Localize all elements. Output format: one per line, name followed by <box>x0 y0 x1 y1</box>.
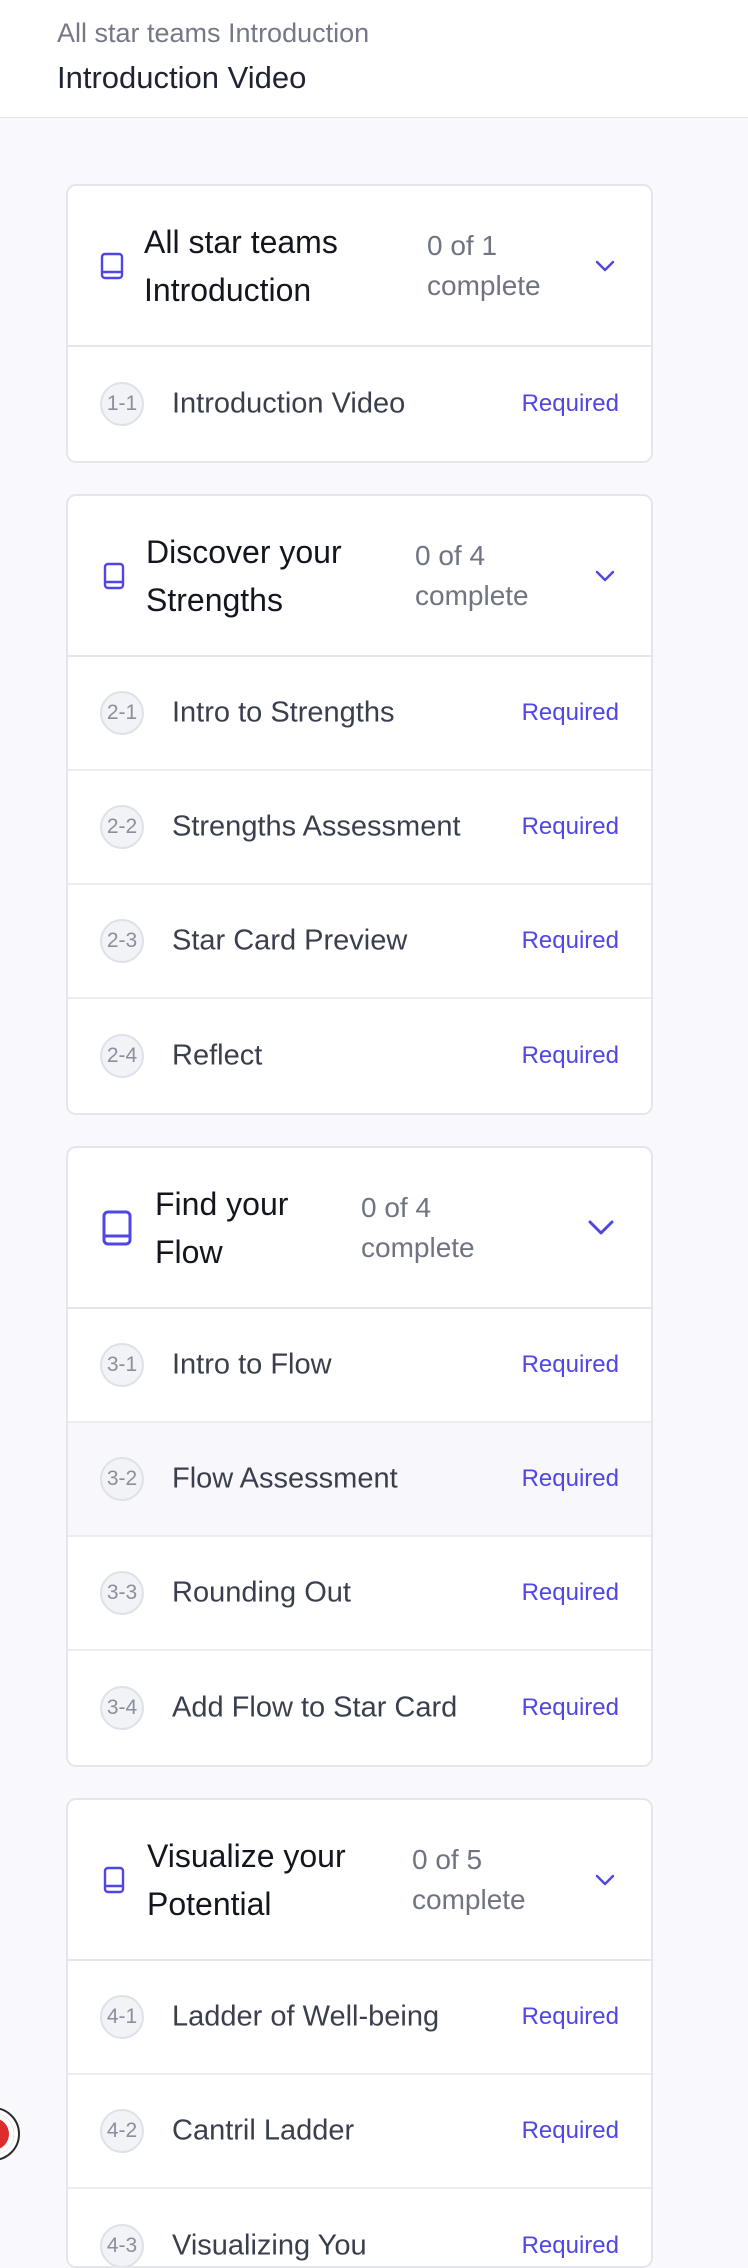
chevron-down-icon[interactable] <box>595 1874 615 1886</box>
list-item[interactable]: 4-2 Cantril Ladder Required <box>68 2075 651 2189</box>
list-item[interactable]: 2-4 Reflect Required <box>68 999 651 1113</box>
required-badge: Required <box>521 927 619 954</box>
step-number-badge: 4-1 <box>100 1995 144 2039</box>
module-section-2: Discover your Strengths 0 of 4 complete … <box>66 494 653 1115</box>
step-label: Rounding Out <box>172 1576 351 1609</box>
required-badge: Required <box>521 1042 619 1069</box>
section-progress: 0 of 1 complete <box>427 229 541 301</box>
step-label: Add Flow to Star Card <box>172 1691 458 1724</box>
list-item[interactable]: 3-2 Flow Assessment Required <box>68 1423 651 1537</box>
step-number-badge: 4-3 <box>100 2224 144 2266</box>
step-number-badge: 2-3 <box>100 919 144 963</box>
step-number-badge: 4-2 <box>100 2109 144 2153</box>
section-progress: 0 of 5 complete <box>412 1843 526 1915</box>
list-item[interactable]: 2-1 Intro to Strengths Required <box>68 657 651 771</box>
step-number-badge: 3-2 <box>100 1457 144 1501</box>
step-label: Star Card Preview <box>172 924 408 957</box>
step-label: Strengths Assessment <box>172 810 461 843</box>
list-item[interactable]: 2-3 Star Card Preview Required <box>68 885 651 999</box>
step-label: Ladder of Well-being <box>172 2000 440 2033</box>
required-badge: Required <box>521 813 619 840</box>
list-item[interactable]: 1-1 Introduction Video Required <box>68 347 651 461</box>
step-label: Reflect <box>172 1039 263 1072</box>
module-section-4: Visualize your Potential 0 of 5 complete… <box>66 1798 653 2268</box>
list-item[interactable]: 4-3 Visualizing You Required <box>68 2189 651 2266</box>
chevron-down-icon[interactable] <box>595 570 615 582</box>
list-item[interactable]: 3-3 Rounding Out Required <box>68 1537 651 1651</box>
module-section-1: All star teams Introduction 0 of 1 compl… <box>66 184 653 463</box>
section-progress: 0 of 4 complete <box>361 1191 475 1263</box>
section-header-toggle[interactable]: All star teams Introduction 0 of 1 compl… <box>68 186 651 347</box>
required-badge: Required <box>521 2117 619 2144</box>
section-title: Find your Flow <box>155 1185 289 1270</box>
book-icon <box>103 562 125 590</box>
breadcrumb[interactable]: All star teams Introduction <box>57 18 369 49</box>
step-number-badge: 3-4 <box>100 1686 144 1730</box>
book-icon <box>100 252 124 280</box>
step-number-badge: 2-4 <box>100 1034 144 1078</box>
required-badge: Required <box>521 1579 619 1606</box>
step-label: Visualizing You <box>172 2229 367 2262</box>
step-label: Cantril Ladder <box>172 2114 355 2147</box>
step-number-badge: 2-2 <box>100 805 144 849</box>
record-button[interactable] <box>0 2107 20 2161</box>
chevron-down-icon[interactable] <box>588 1220 614 1236</box>
module-section-3: Find your Flow 0 of 4 complete 3-1 Intro… <box>66 1146 653 1767</box>
chevron-down-icon[interactable] <box>595 260 615 272</box>
required-badge: Required <box>521 699 619 726</box>
section-header-toggle[interactable]: Visualize your Potential 0 of 5 complete <box>68 1800 651 1961</box>
section-title: Discover your Strengths <box>146 533 342 618</box>
section-title: All star teams Introduction <box>144 223 338 308</box>
step-label: Intro to Flow <box>172 1348 332 1381</box>
step-number-badge: 3-1 <box>100 1343 144 1387</box>
step-label: Introduction Video <box>172 387 406 420</box>
step-number-badge: 1-1 <box>100 382 144 426</box>
required-badge: Required <box>521 1465 619 1492</box>
required-badge: Required <box>521 2003 619 2030</box>
list-item[interactable]: 4-1 Ladder of Well-being Required <box>68 1961 651 2075</box>
page-header: All star teams Introduction Introduction… <box>0 0 748 118</box>
section-header-toggle[interactable]: Discover your Strengths 0 of 4 complete <box>68 496 651 657</box>
required-badge: Required <box>521 1694 619 1721</box>
required-badge: Required <box>521 1351 619 1378</box>
section-title: Visualize your Potential <box>147 1837 346 1922</box>
section-header-toggle[interactable]: Find your Flow 0 of 4 complete <box>68 1148 651 1309</box>
page-title: Introduction Video <box>57 60 307 95</box>
list-item[interactable]: 3-1 Intro to Flow Required <box>68 1309 651 1423</box>
section-progress: 0 of 4 complete <box>415 539 529 611</box>
required-badge: Required <box>521 390 619 417</box>
step-number-badge: 2-1 <box>100 691 144 735</box>
list-item[interactable]: 3-4 Add Flow to Star Card Required <box>68 1651 651 1765</box>
step-label: Flow Assessment <box>172 1462 398 1495</box>
step-label: Intro to Strengths <box>172 696 395 729</box>
list-item[interactable]: 2-2 Strengths Assessment Required <box>68 771 651 885</box>
book-icon <box>102 1210 132 1246</box>
book-icon <box>103 1866 125 1894</box>
step-number-badge: 3-3 <box>100 1571 144 1615</box>
record-button-icon <box>0 2113 14 2155</box>
required-badge: Required <box>521 2232 619 2259</box>
